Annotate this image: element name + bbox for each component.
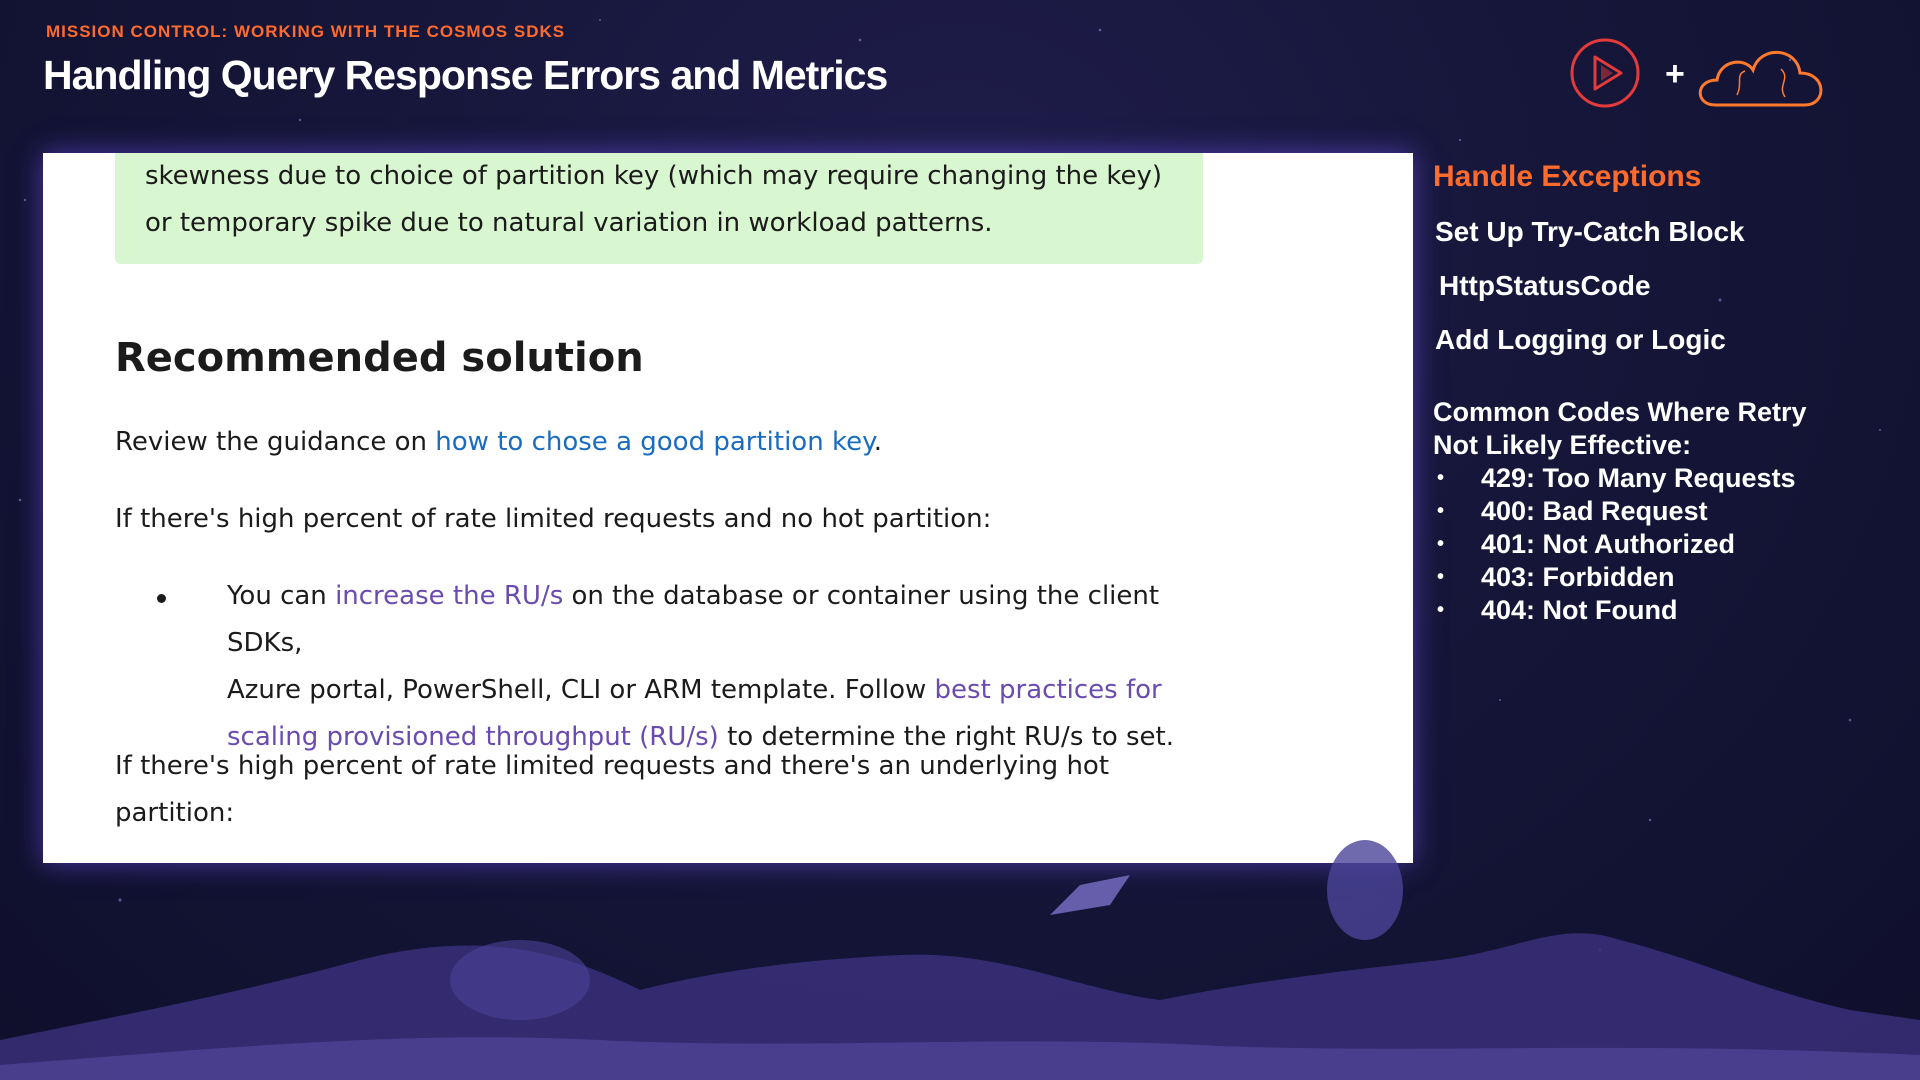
play-logo-icon (1570, 38, 1640, 108)
partition-key-link[interactable]: how to chose a good partition key (435, 427, 873, 457)
moon-landscape-illustration (0, 840, 1920, 1080)
status-code-item: 404: Not Found (1433, 594, 1903, 627)
best-practices-link-part-1[interactable]: best practices for (935, 675, 1162, 705)
bullet-line-2: Azure portal, PowerShell, CLI or ARM tem… (227, 667, 1215, 714)
hot-partition-paragraph: If there's high percent of rate limited … (115, 743, 1109, 837)
bullet-list: You can increase the RU/s on the databas… (115, 573, 1215, 761)
hot-partition-line-2: partition: (115, 798, 235, 828)
hot-partition-line-1: If there's high percent of rate limited … (115, 751, 1110, 781)
topic-http-status-code: HttpStatusCode (1439, 270, 1651, 301)
status-code-item: 403: Forbidden (1433, 561, 1903, 594)
status-code-item: 429: Too Many Requests (1433, 462, 1903, 495)
section-heading: Recommended solution (115, 335, 644, 381)
status-code-item: 400: Bad Request (1433, 495, 1903, 528)
guidance-prefix: Review the guidance on (115, 427, 436, 457)
topic-logging: Add Logging or Logic (1435, 324, 1726, 355)
guidance-paragraph: Review the guidance on how to chose a go… (115, 419, 882, 466)
cloud-logo-icon (1698, 50, 1823, 107)
note-callout: skewness due to choice of partition key … (115, 153, 1203, 264)
documentation-screenshot: skewness due to choice of partition key … (43, 153, 1413, 863)
codes-title: Common Codes Where Retry Not Likely Effe… (1433, 396, 1903, 462)
codes-title-line-2: Not Likely Effective: (1433, 430, 1692, 460)
topic-try-catch: Set Up Try-Catch Block (1435, 216, 1745, 247)
brand-logos: + (1570, 38, 1823, 108)
bullet-dot (157, 594, 166, 603)
sidebar-topics: Handle Exceptions Set Up Try-Catch Block… (1433, 160, 1903, 627)
status-code-item: 401: Not Authorized (1433, 528, 1903, 561)
guidance-suffix: . (873, 427, 883, 457)
status-code-list: 429: Too Many Requests 400: Bad Request … (1433, 462, 1903, 627)
bullet-line-1: You can increase the RU/s on the databas… (227, 573, 1215, 667)
bullet-text-a: You can (227, 581, 336, 611)
note-line-2: or temporary spike due to natural variat… (145, 208, 993, 238)
bullet-text-c: Azure portal, PowerShell, CLI or ARM tem… (227, 675, 935, 705)
note-line-1: skewness due to choice of partition key … (145, 161, 1163, 191)
plus-sign: + (1665, 55, 1685, 93)
bullet-text: You can increase the RU/s on the databas… (227, 573, 1215, 761)
series-kicker: MISSION CONTROL: WORKING WITH THE COSMOS… (46, 22, 566, 41)
increase-rus-link[interactable]: increase the RU/s (335, 581, 563, 611)
page-title: Handling Query Response Errors and Metri… (43, 52, 888, 98)
no-hot-partition-paragraph: If there's high percent of rate limited … (115, 504, 992, 534)
codes-title-line-1: Common Codes Where Retry (1433, 397, 1807, 427)
sidebar-heading: Handle Exceptions (1433, 160, 1702, 193)
